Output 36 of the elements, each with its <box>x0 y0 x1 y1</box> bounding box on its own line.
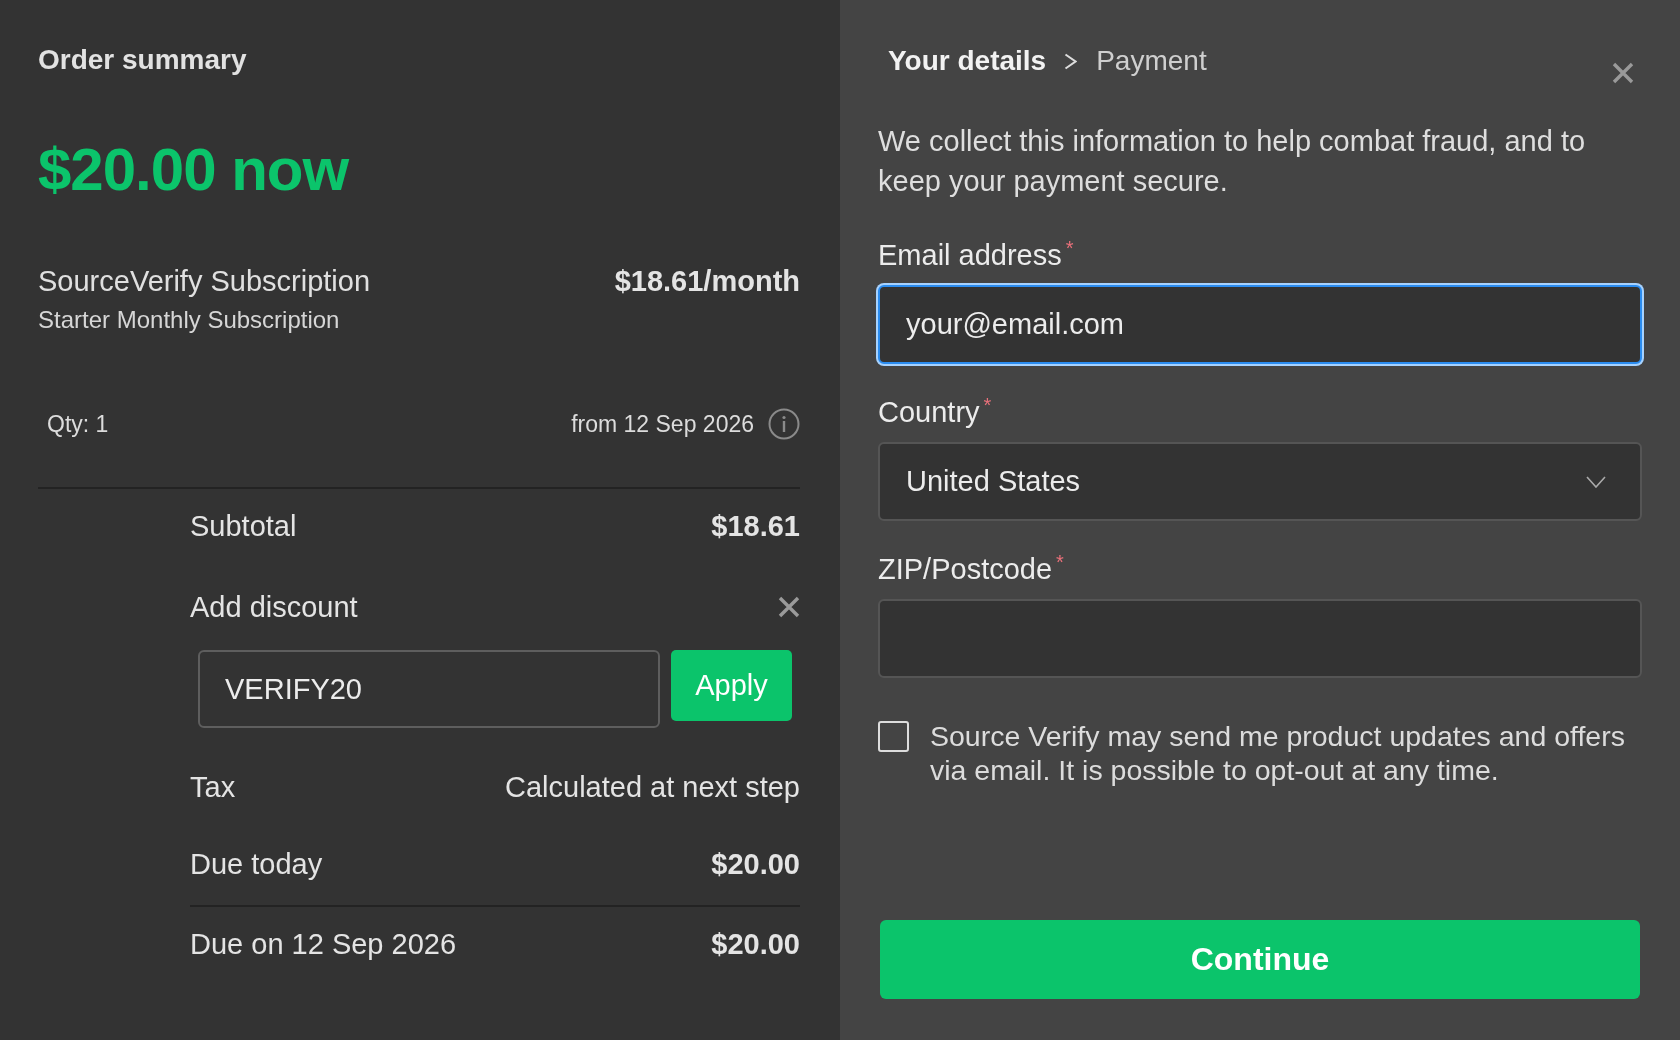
summary-value: Calculated at next step <box>505 770 800 805</box>
required-mark: * <box>1065 238 1074 258</box>
breadcrumb-step[interactable]: Your details <box>888 44 1047 78</box>
intro-text: We collect this information to help combat fraud, and to keep your payment secure. <box>878 124 1587 199</box>
chevron-right-icon <box>1064 52 1078 70</box>
input-field[interactable]: your@email.com <box>878 285 1642 364</box>
start-date-text: from 12 Sep 2026 <box>571 410 754 439</box>
field-label: Country <box>878 395 980 430</box>
product-name: SourceVerify Subscription <box>38 264 371 299</box>
required-mark: * <box>1056 552 1064 572</box>
chevron-down-icon <box>1586 475 1606 488</box>
close-icon[interactable] <box>778 596 800 618</box>
summary-label: Tax <box>190 770 236 805</box>
required-mark: * <box>983 395 992 415</box>
info-icon[interactable] <box>768 408 800 440</box>
consent-text: Source Verify may send me product updates and offers via email. It is possible to opt-out at any time. <box>930 719 1626 787</box>
field-label: Email address <box>878 238 1062 273</box>
plan-name: Starter Monthly Subscription <box>38 305 340 335</box>
breadcrumb-step[interactable]: Payment <box>1096 44 1207 78</box>
input-field[interactable] <box>878 599 1642 678</box>
summary-value: $18.61 <box>711 509 800 544</box>
summary-value: $20.00 <box>711 847 800 882</box>
quantity-text: Qty: 1 <box>47 410 109 439</box>
discount-label: Add discount <box>190 590 358 625</box>
checkbox[interactable] <box>878 721 909 752</box>
order-summary-title: Order summary <box>38 43 247 77</box>
product-price: $18.61/month <box>614 264 800 299</box>
summary-label: Due today <box>190 847 323 882</box>
dropdown-select[interactable]: United States <box>878 442 1642 521</box>
close-icon[interactable] <box>1612 62 1634 84</box>
summary-label: Subtotal <box>190 509 297 544</box>
discount-code-field[interactable]: VERIFY20 <box>198 650 660 728</box>
field-label: ZIP/Postcode <box>878 552 1053 587</box>
amount-due-now: $20.00 now <box>38 135 349 205</box>
summary-value: $20.00 <box>711 927 800 962</box>
summary-label: Due on 12 Sep 2026 <box>190 927 457 962</box>
